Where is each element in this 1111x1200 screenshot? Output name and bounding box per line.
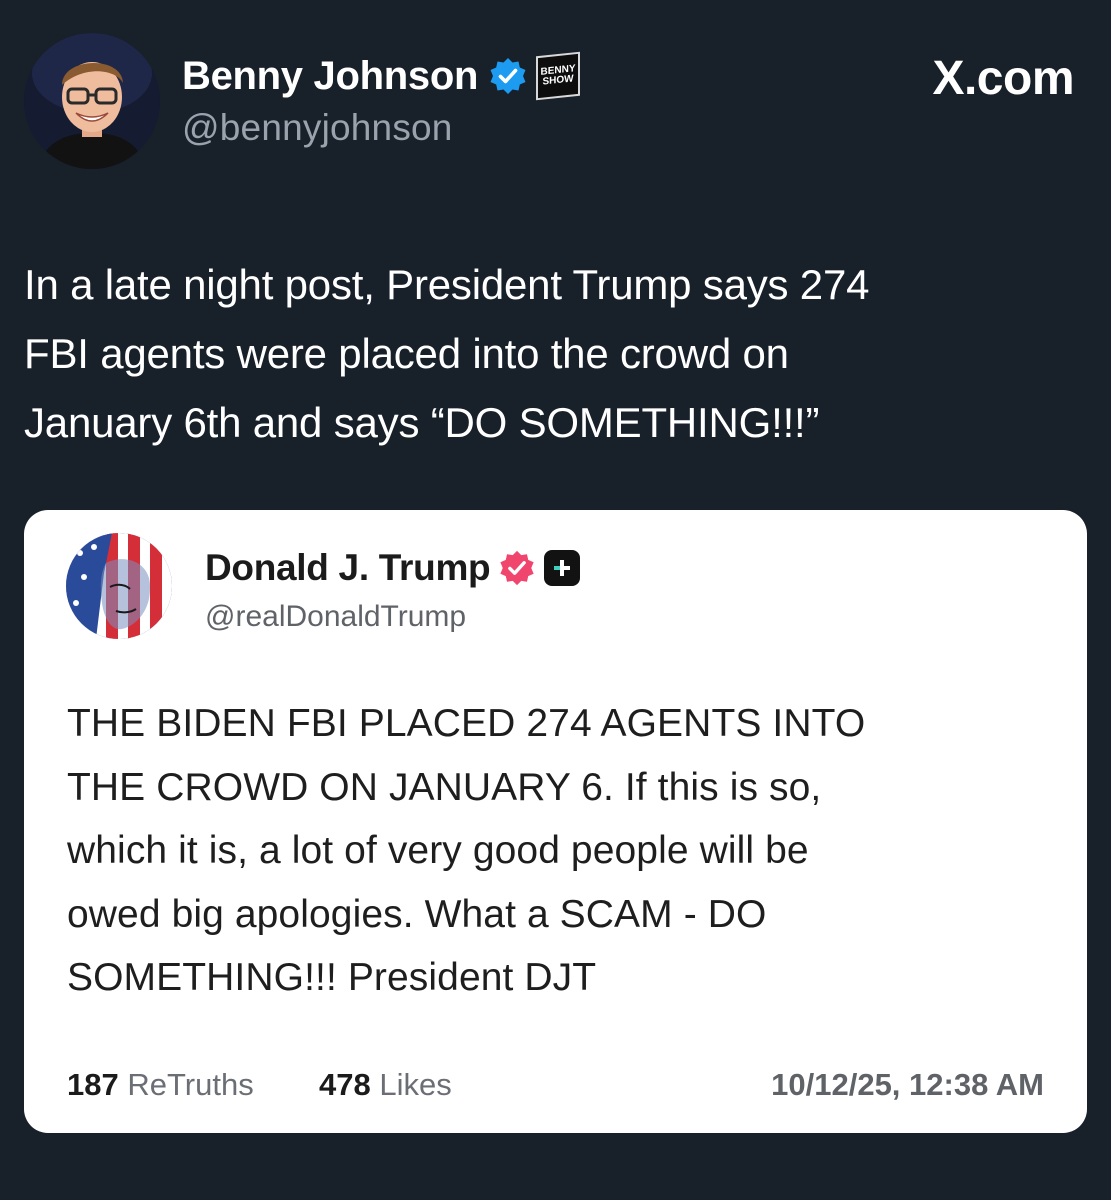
author-line: Benny Johnson BENNY SHOW bbox=[182, 51, 581, 101]
plus-badge-accent bbox=[554, 566, 561, 570]
truth-body-line: owed big apologies. What a SCAM - DO bbox=[67, 892, 767, 936]
truth-author-handle[interactable]: @realDonaldTrump bbox=[205, 600, 580, 634]
author-name[interactable]: Benny Johnson bbox=[182, 54, 478, 99]
author-block: Benny Johnson BENNY SHOW @bennyjohnson bbox=[182, 51, 581, 149]
author-avatar[interactable] bbox=[24, 33, 160, 169]
likes-stat[interactable]: 478 Likes bbox=[319, 1067, 452, 1103]
embedded-truth-card[interactable]: Donald J. Trump @realDonaldTrump THE BID… bbox=[24, 510, 1087, 1133]
post-text-line: FBI agents were placed into the crowd on bbox=[24, 330, 789, 377]
truth-body-line: THE CROWD ON JANUARY 6. If this is so, bbox=[67, 765, 822, 809]
truth-name-line: Donald J. Trump bbox=[205, 546, 581, 590]
truth-author-avatar[interactable] bbox=[66, 533, 172, 639]
truth-footer: 187 ReTruths 478 Likes 10/12/25, 12:38 A… bbox=[67, 1067, 1044, 1107]
truth-author-name[interactable]: Donald J. Trump bbox=[205, 547, 491, 589]
likes-label: Likes bbox=[379, 1067, 452, 1102]
truth-body-line: which it is, a lot of very good people w… bbox=[67, 829, 809, 872]
post-text-line: In a late night post, President Trump sa… bbox=[24, 261, 870, 308]
truth-body-text: THE BIDEN FBI PLACED 274 AGENTS INTO THE… bbox=[67, 692, 1057, 1010]
site-label: X.com bbox=[932, 52, 1074, 105]
truth-verified-badge-icon bbox=[500, 550, 534, 586]
truth-body-line: SOMETHING!!! President DJT bbox=[67, 956, 597, 999]
verified-badge-icon bbox=[490, 58, 526, 94]
post-text: In a late night post, President Trump sa… bbox=[24, 250, 1074, 457]
post-header: Benny Johnson BENNY SHOW @bennyjohnson X… bbox=[24, 33, 1074, 173]
author-handle[interactable]: @bennyjohnson bbox=[182, 107, 580, 149]
truth-plus-badge-icon bbox=[544, 550, 581, 586]
likes-count: 478 bbox=[319, 1067, 371, 1102]
truth-timestamp: 10/12/25, 12:38 AM bbox=[771, 1067, 1044, 1102]
flag-portrait-image bbox=[66, 533, 172, 639]
retruths-stat[interactable]: 187 ReTruths bbox=[67, 1067, 254, 1103]
benny-show-logo: BENNY SHOW bbox=[536, 51, 581, 101]
retruths-label: ReTruths bbox=[127, 1067, 254, 1102]
author-photo bbox=[24, 33, 160, 169]
retruths-count: 187 bbox=[67, 1067, 119, 1102]
truth-author-block: Donald J. Trump @realDonaldTrump bbox=[205, 546, 581, 634]
truth-body-line: THE BIDEN FBI PLACED 274 AGENTS INTO bbox=[67, 702, 866, 745]
post-text-line: January 6th and says “DO SOMETHING!!!” bbox=[24, 399, 820, 446]
